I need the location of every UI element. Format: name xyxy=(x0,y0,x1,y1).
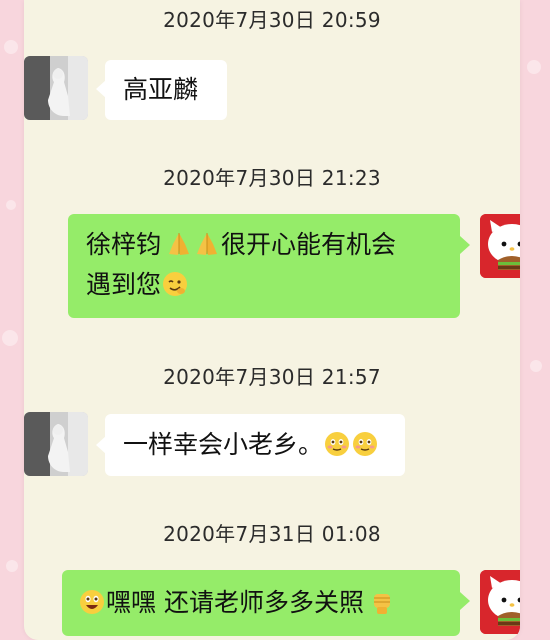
folded-hands-icon xyxy=(169,233,190,255)
message-timestamp: 2020年7月30日 20:59 xyxy=(163,8,381,32)
hello-kitty-avatar-icon xyxy=(480,214,520,278)
grinning-face-icon xyxy=(80,590,104,614)
message-timestamp: 2020年7月30日 21:23 xyxy=(163,166,381,190)
message-text: 高亚麟 xyxy=(123,75,199,104)
avatar-photo-icon xyxy=(24,56,88,120)
bubble-tail xyxy=(460,236,470,254)
contact-avatar[interactable] xyxy=(24,412,88,476)
avatar-photo-icon xyxy=(24,412,88,476)
blushing-smile-icon xyxy=(353,432,378,456)
message-text: 嘿嘿 xyxy=(106,588,157,617)
message-bubble[interactable]: 嘿嘿 还请老师多多关照 xyxy=(62,570,460,636)
winking-face-icon xyxy=(163,272,188,296)
message-text: 遇到您 xyxy=(86,270,162,299)
message-bubble[interactable]: 高亚麟 xyxy=(105,60,227,120)
message-text: 徐梓钧 xyxy=(86,230,162,259)
chat-panel[interactable]: 2020年7月30日 20:59 高亚麟 2020年7月30日 21:23 徐梓… xyxy=(24,0,520,640)
message-text: 一样幸会小老乡。 xyxy=(123,430,324,459)
folded-hands-icon xyxy=(197,233,218,255)
hello-kitty-avatar-icon xyxy=(480,570,520,634)
background-dot xyxy=(527,60,541,74)
raised-fist-icon xyxy=(373,594,390,614)
message-bubble[interactable]: 徐梓钧 很开心能有机会 遇到您 xyxy=(68,214,460,318)
message-timestamp: 2020年7月31日 01:08 xyxy=(163,522,381,546)
message-bubble[interactable]: 一样幸会小老乡。 xyxy=(105,414,405,476)
message-text: 还请老师多多关照 xyxy=(163,588,364,617)
message-timestamp: 2020年7月30日 21:57 xyxy=(163,365,381,389)
background-dot xyxy=(530,360,542,372)
my-avatar[interactable] xyxy=(480,214,520,278)
background-dot xyxy=(2,330,18,346)
background-dot xyxy=(6,200,16,210)
background-dot xyxy=(6,560,18,572)
contact-avatar[interactable] xyxy=(24,56,88,120)
bubble-tail xyxy=(460,592,470,610)
message-text: 很开心能有机会 xyxy=(221,230,397,259)
blushing-smile-icon xyxy=(325,432,350,456)
background-dot xyxy=(4,40,18,54)
my-avatar[interactable] xyxy=(480,570,520,634)
